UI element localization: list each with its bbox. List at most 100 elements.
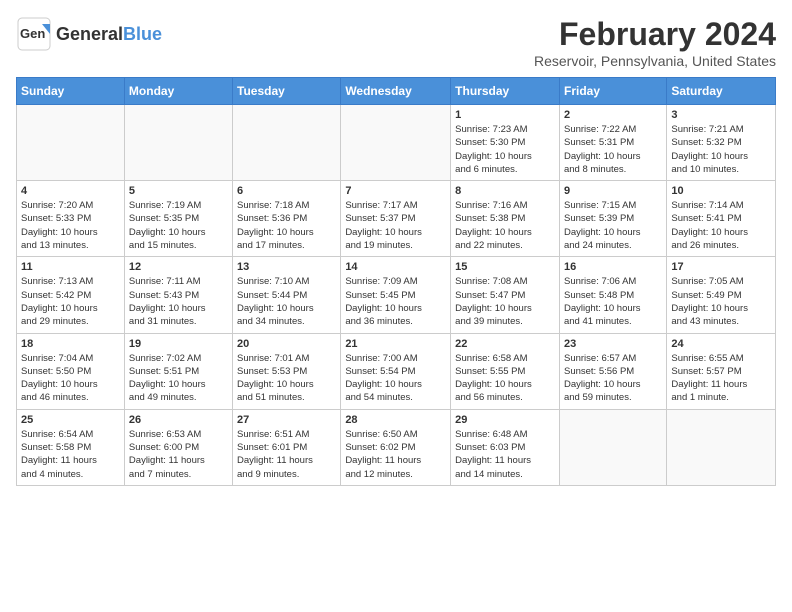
- day-number: 26: [129, 414, 228, 426]
- day-number: 4: [21, 185, 120, 197]
- day-info: Sunrise: 7:08 AM Sunset: 5:47 PM Dayligh…: [455, 275, 555, 328]
- day-info: Sunrise: 7:10 AM Sunset: 5:44 PM Dayligh…: [237, 275, 336, 328]
- day-number: 10: [671, 185, 771, 197]
- day-info: Sunrise: 6:48 AM Sunset: 6:03 PM Dayligh…: [455, 428, 555, 481]
- calendar-cell-w1-d3: [233, 105, 341, 181]
- day-info: Sunrise: 7:14 AM Sunset: 5:41 PM Dayligh…: [671, 199, 771, 252]
- calendar-cell-w3-d7: 17Sunrise: 7:05 AM Sunset: 5:49 PM Dayli…: [667, 257, 776, 333]
- day-number: 20: [237, 338, 336, 350]
- day-info: Sunrise: 7:17 AM Sunset: 5:37 PM Dayligh…: [345, 199, 446, 252]
- day-number: 13: [237, 261, 336, 273]
- calendar-cell-w4-d2: 19 Sunrise: 7:02 AM Sunset: 5:51 PM Dayli…: [124, 333, 232, 409]
- calendar-week-3: 11Sunrise: 7:13 AM Sunset: 5:42 PM Dayli…: [17, 257, 776, 333]
- calendar-cell-w3-d3: 13 Sunrise: 7:10 AM Sunset: 5:44 PM Dayli…: [233, 257, 341, 333]
- calendar-cell-w5-d1: 25 Sunrise: 6:54 AM Sunset: 5:58 PM Dayli…: [17, 409, 125, 485]
- day-number: 24: [671, 338, 771, 350]
- calendar-cell-w2-d3: 6Sunrise: 7:18 AM Sunset: 5:36 PM Daylig…: [233, 181, 341, 257]
- day-info: Sunrise: 6:58 AM Sunset: 5:55 PM Dayligh…: [455, 352, 555, 405]
- day-number: 18: [21, 338, 120, 350]
- header-wednesday: Wednesday: [341, 78, 451, 105]
- day-info: Sunrise: 6:50 AM Sunset: 6:02 PM Dayligh…: [345, 428, 446, 481]
- calendar-cell-w5-d5: 29 Sunrise: 6:48 AM Sunset: 6:03 PM Dayli…: [451, 409, 560, 485]
- calendar-table: Sunday Monday Tuesday Wednesday Thursday…: [16, 77, 776, 486]
- day-number: 22: [455, 338, 555, 350]
- calendar-week-2: 4Sunrise: 7:20 AM Sunset: 5:33 PM Daylig…: [17, 181, 776, 257]
- calendar-week-4: 18 Sunrise: 7:04 AM Sunset: 5:50 PM Dayli…: [17, 333, 776, 409]
- day-number: 14: [345, 261, 446, 273]
- calendar-cell-w1-d4: [341, 105, 451, 181]
- calendar-cell-w1-d1: [17, 105, 125, 181]
- day-info: Sunrise: 7:06 AM Sunset: 5:48 PM Dayligh…: [564, 275, 662, 328]
- calendar-cell-w2-d1: 4Sunrise: 7:20 AM Sunset: 5:33 PM Daylig…: [17, 181, 125, 257]
- day-info: Sunrise: 7:01 AM Sunset: 5:53 PM Dayligh…: [237, 352, 336, 405]
- day-number: 21: [345, 338, 446, 350]
- day-number: 7: [345, 185, 446, 197]
- day-number: 2: [564, 109, 662, 121]
- calendar-cell-w1-d6: 2 Sunrise: 7:22 AM Sunset: 5:31 PM Daylig…: [559, 105, 666, 181]
- day-number: 3: [671, 109, 771, 121]
- calendar-cell-w4-d6: 23 Sunrise: 6:57 AM Sunset: 5:56 PM Dayli…: [559, 333, 666, 409]
- day-info: Sunrise: 7:05 AM Sunset: 5:49 PM Dayligh…: [671, 275, 771, 328]
- logo-icon: Gen: [16, 16, 52, 52]
- header-monday: Monday: [124, 78, 232, 105]
- day-number: 29: [455, 414, 555, 426]
- logo-blue-text: Blue: [123, 24, 162, 44]
- calendar-cell-w2-d2: 5 Sunrise: 7:19 AM Sunset: 5:35 PM Daylig…: [124, 181, 232, 257]
- day-info: Sunrise: 7:22 AM Sunset: 5:31 PM Dayligh…: [564, 123, 662, 176]
- day-number: 27: [237, 414, 336, 426]
- day-info: Sunrise: 7:00 AM Sunset: 5:54 PM Dayligh…: [345, 352, 446, 405]
- header-tuesday: Tuesday: [233, 78, 341, 105]
- calendar-header-row: Sunday Monday Tuesday Wednesday Thursday…: [17, 78, 776, 105]
- title-section: February 2024 Reservoir, Pennsylvania, U…: [534, 16, 776, 69]
- day-number: 9: [564, 185, 662, 197]
- calendar-cell-w3-d1: 11Sunrise: 7:13 AM Sunset: 5:42 PM Dayli…: [17, 257, 125, 333]
- calendar-cell-w2-d4: 7 Sunrise: 7:17 AM Sunset: 5:37 PM Daylig…: [341, 181, 451, 257]
- calendar-cell-w5-d4: 28 Sunrise: 6:50 AM Sunset: 6:02 PM Dayli…: [341, 409, 451, 485]
- calendar-cell-w4-d1: 18 Sunrise: 7:04 AM Sunset: 5:50 PM Dayli…: [17, 333, 125, 409]
- day-info: Sunrise: 6:57 AM Sunset: 5:56 PM Dayligh…: [564, 352, 662, 405]
- day-info: Sunrise: 6:53 AM Sunset: 6:00 PM Dayligh…: [129, 428, 228, 481]
- day-info: Sunrise: 7:04 AM Sunset: 5:50 PM Dayligh…: [21, 352, 120, 405]
- day-info: Sunrise: 7:15 AM Sunset: 5:39 PM Dayligh…: [564, 199, 662, 252]
- calendar-cell-w3-d6: 16 Sunrise: 7:06 AM Sunset: 5:48 PM Dayli…: [559, 257, 666, 333]
- day-number: 6: [237, 185, 336, 197]
- day-number: 16: [564, 261, 662, 273]
- month-year-title: February 2024: [534, 16, 776, 53]
- day-number: 11: [21, 261, 120, 273]
- day-number: 28: [345, 414, 446, 426]
- day-info: Sunrise: 7:02 AM Sunset: 5:51 PM Dayligh…: [129, 352, 228, 405]
- header-saturday: Saturday: [667, 78, 776, 105]
- header-friday: Friday: [559, 78, 666, 105]
- calendar-cell-w1-d2: [124, 105, 232, 181]
- calendar-cell-w3-d4: 14 Sunrise: 7:09 AM Sunset: 5:45 PM Dayli…: [341, 257, 451, 333]
- day-info: Sunrise: 6:55 AM Sunset: 5:57 PM Dayligh…: [671, 352, 771, 405]
- day-info: Sunrise: 7:23 AM Sunset: 5:30 PM Dayligh…: [455, 123, 555, 176]
- day-info: Sunrise: 7:16 AM Sunset: 5:38 PM Dayligh…: [455, 199, 555, 252]
- day-number: 12: [129, 261, 228, 273]
- calendar-cell-w3-d5: 15Sunrise: 7:08 AM Sunset: 5:47 PM Dayli…: [451, 257, 560, 333]
- day-number: 1: [455, 109, 555, 121]
- calendar-cell-w1-d7: 3Sunrise: 7:21 AM Sunset: 5:32 PM Daylig…: [667, 105, 776, 181]
- day-number: 19: [129, 338, 228, 350]
- day-number: 25: [21, 414, 120, 426]
- calendar-cell-w4-d4: 21 Sunrise: 7:00 AM Sunset: 5:54 PM Dayli…: [341, 333, 451, 409]
- day-number: 23: [564, 338, 662, 350]
- calendar-cell-w2-d5: 8 Sunrise: 7:16 AM Sunset: 5:38 PM Daylig…: [451, 181, 560, 257]
- calendar-cell-w5-d7: [667, 409, 776, 485]
- svg-text:Gen: Gen: [20, 26, 45, 41]
- calendar-cell-w5-d3: 27Sunrise: 6:51 AM Sunset: 6:01 PM Dayli…: [233, 409, 341, 485]
- calendar-cell-w5-d6: [559, 409, 666, 485]
- day-info: Sunrise: 7:19 AM Sunset: 5:35 PM Dayligh…: [129, 199, 228, 252]
- day-number: 8: [455, 185, 555, 197]
- location-subtitle: Reservoir, Pennsylvania, United States: [534, 53, 776, 69]
- calendar-week-5: 25 Sunrise: 6:54 AM Sunset: 5:58 PM Dayli…: [17, 409, 776, 485]
- day-number: 5: [129, 185, 228, 197]
- calendar-cell-w4-d3: 20 Sunrise: 7:01 AM Sunset: 5:53 PM Dayli…: [233, 333, 341, 409]
- calendar-cell-w4-d7: 24 Sunrise: 6:55 AM Sunset: 5:57 PM Dayli…: [667, 333, 776, 409]
- calendar-cell-w1-d5: 1 Sunrise: 7:23 AM Sunset: 5:30 PM Daylig…: [451, 105, 560, 181]
- logo: Gen GeneralBlue: [16, 16, 162, 52]
- day-info: Sunrise: 6:54 AM Sunset: 5:58 PM Dayligh…: [21, 428, 120, 481]
- calendar-cell-w2-d7: 10 Sunrise: 7:14 AM Sunset: 5:41 PM Dayli…: [667, 181, 776, 257]
- calendar-cell-w4-d5: 22 Sunrise: 6:58 AM Sunset: 5:55 PM Dayli…: [451, 333, 560, 409]
- day-info: Sunrise: 7:09 AM Sunset: 5:45 PM Dayligh…: [345, 275, 446, 328]
